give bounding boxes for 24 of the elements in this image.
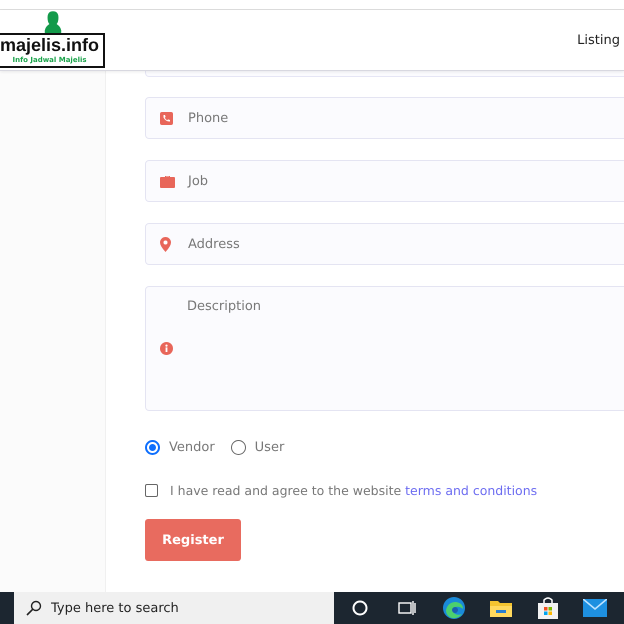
radio-label: Vendor [169, 440, 215, 454]
circle-icon[interactable] [352, 600, 368, 616]
terms-link[interactable]: terms and conditions [405, 483, 538, 498]
nav-link[interactable]: Listing [577, 32, 620, 48]
browser-icon[interactable] [442, 596, 466, 620]
input-field[interactable]: Job [145, 160, 624, 202]
search-icon [26, 600, 42, 616]
map-pin-icon [160, 236, 171, 252]
radio-label: User [254, 440, 284, 454]
radio-button[interactable] [230, 440, 246, 454]
input-field[interactable]: Phone [145, 97, 624, 139]
folder-icon[interactable] [490, 599, 512, 617]
input-field[interactable]: Address [145, 223, 624, 265]
radio-button[interactable] [145, 440, 160, 454]
shopping-bag-icon[interactable] [538, 597, 558, 619]
phone-icon [160, 112, 173, 124]
logo-title: majelis.info [0, 34, 100, 56]
description-field[interactable]: Description [145, 286, 624, 411]
checkbox[interactable] [145, 484, 158, 497]
mail-icon[interactable] [582, 599, 606, 617]
task-view-icon[interactable] [398, 600, 416, 616]
taskbar-search-field[interactable]: Type here to search [14, 592, 334, 624]
info-icon [160, 342, 173, 355]
agreement-text: I have read and agree to the website terms and conditions [170, 483, 538, 498]
